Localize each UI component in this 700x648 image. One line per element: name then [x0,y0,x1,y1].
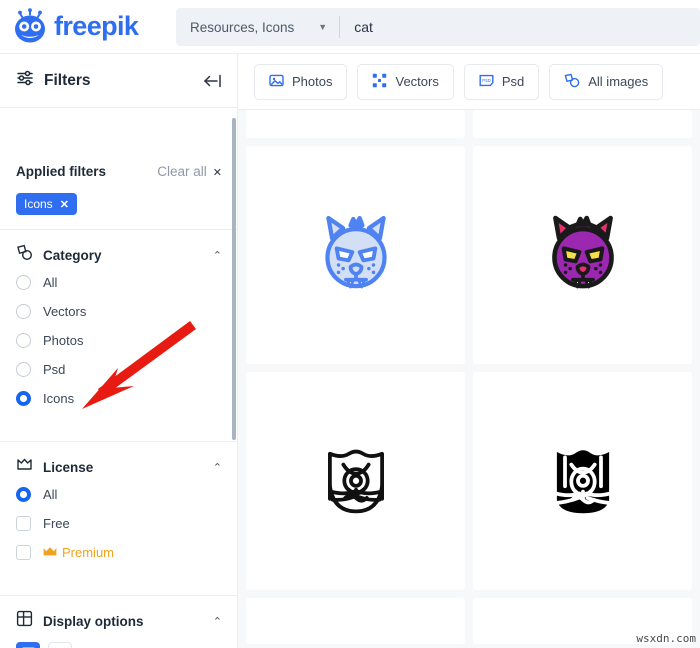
psd-file-icon: PSD [479,73,494,91]
applied-filters: Applied filters Clear all ✕ Icons ✕ [0,108,238,215]
page-title: Filters [44,71,91,89]
filter-section-license: License ⌃ All Free Premium [0,441,238,581]
brand-name: freepik [54,11,139,41]
category-option-icons[interactable]: Icons [16,384,222,413]
applied-filters-label: Applied filters [16,164,107,179]
option-label: Photos [43,333,84,348]
option-label-premium: Premium [43,545,114,560]
search-scope-label: Resources, Icons [190,19,295,35]
applied-filter-chip-icons[interactable]: Icons ✕ [16,193,77,215]
photo-icon [269,73,284,91]
grid-large-icon[interactable] [16,642,40,648]
sidebar-scrollbar[interactable] [232,118,236,440]
radio-button[interactable] [16,362,31,377]
filters-header: Filters [0,54,237,108]
cat-face-solid-icon [538,434,628,529]
tab-label: Photos [292,74,333,89]
filters-scroll-area: Applied filters Clear all ✕ Icons ✕ Cate… [0,108,238,648]
tab-label: Vectors [395,74,439,89]
filter-section-category: Category ⌃ All Vectors Photos Psd Icons [0,229,238,427]
crown-outline-icon [16,457,33,478]
chevron-up-icon[interactable]: ⌃ [213,249,222,262]
close-icon[interactable]: ✕ [213,166,222,179]
grid-row-partial-top [246,110,692,138]
collapse-left-icon[interactable] [203,73,223,89]
tab-label: Psd [501,74,525,89]
shapes-icon [16,244,33,266]
chevron-up-icon[interactable]: ⌃ [213,461,222,474]
tab-label: All images [588,74,649,89]
filters-sidebar: Filters Applied filters Clear all ✕ Icon… [0,54,238,648]
tab-vectors[interactable]: Vectors [357,63,454,100]
license-option-all[interactable]: All [16,480,222,509]
all-images-icon [564,73,580,91]
watermark: wsxdn.com [636,632,696,645]
grid-row-1 [246,146,692,364]
result-card-cat-blue[interactable] [246,146,465,364]
option-label: All [43,275,58,290]
grid-row-partial-bottom [246,598,692,644]
radio-button[interactable] [16,304,31,319]
results-grid [238,110,700,644]
category-option-photos[interactable]: Photos [16,326,222,355]
tab-all-images[interactable]: All images [549,63,664,100]
radio-button-selected[interactable] [16,391,31,406]
chip-label: Icons [24,197,53,211]
results-panel: Photos Vectors PSD Psd All images wsxdn.… [238,54,700,648]
tab-photos[interactable]: Photos [254,63,348,100]
checkbox[interactable] [16,545,31,560]
grid-row-2 [246,372,692,590]
radio-button[interactable] [16,333,31,348]
brand-logo-area[interactable]: freepik [0,7,168,46]
license-option-premium[interactable]: Premium [16,538,222,567]
search-divider [339,16,341,38]
tab-psd[interactable]: PSD Psd [463,63,540,100]
section-title-license: License [43,459,94,475]
crown-icon [43,545,57,560]
license-option-free[interactable]: Free [16,509,222,538]
chevron-down-icon: ▼ [318,21,328,32]
checkbox[interactable] [16,516,31,531]
category-option-vectors[interactable]: Vectors [16,297,222,326]
clear-all-button[interactable]: Clear all [157,164,207,179]
category-option-all[interactable]: All [16,268,222,297]
search-scope-dropdown[interactable]: Resources, Icons ▼ [176,8,337,46]
option-label: All [43,487,58,502]
option-label: Icons [43,391,75,406]
svg-text:PSD: PSD [482,78,491,83]
radio-button-selected[interactable] [16,487,31,502]
result-card[interactable] [246,598,465,644]
freepik-search-page: freepik Resources, Icons ▼ Filters [0,0,700,648]
result-card[interactable] [246,110,465,138]
layout-grid-icon [16,610,33,632]
premium-label: Premium [62,545,115,560]
result-card-cat-outline[interactable] [246,372,465,590]
results-type-tabs: Photos Vectors PSD Psd All images [238,54,700,110]
section-title-display-options: Display options [43,613,144,629]
vector-nodes-icon [372,73,387,91]
radio-button[interactable] [16,275,31,290]
option-label: Psd [43,362,66,377]
chevron-up-icon[interactable]: ⌃ [213,615,222,628]
section-title-category: Category [43,247,102,263]
search-input[interactable] [342,8,700,46]
freepik-robot-logo-icon [10,7,50,46]
option-label: Vectors [43,304,87,319]
result-card-cat-purple[interactable] [473,146,692,364]
top-header: freepik Resources, Icons ▼ [0,0,700,54]
result-card[interactable] [473,110,692,138]
sliders-icon [16,69,34,92]
filter-section-display-options: Display options ⌃ [0,595,238,648]
grid-small-icon[interactable] [48,642,72,648]
option-label: Free [43,516,70,531]
close-icon[interactable]: ✕ [60,198,69,211]
search-bar[interactable]: Resources, Icons ▼ [176,8,700,46]
cat-face-purple-icon [537,207,629,304]
cat-face-blue-icon [310,207,402,304]
result-card-cat-solid[interactable] [473,372,692,590]
cat-face-outline-icon [311,434,401,529]
category-option-psd[interactable]: Psd [16,355,222,384]
